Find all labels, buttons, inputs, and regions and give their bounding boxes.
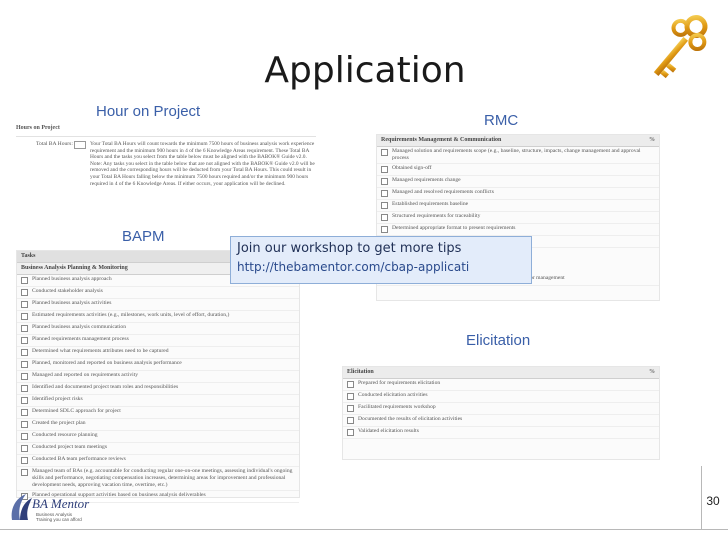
slide-title: Application [264, 50, 466, 91]
list-item: Conducted stakeholder analysis [17, 287, 299, 299]
list-item: Conducted resource planning [17, 431, 299, 443]
elicitation-panel: Elicitation % Prepared for requirements … [342, 366, 660, 460]
checkbox[interactable] [381, 202, 388, 209]
list-item: Planned requirements management process [17, 335, 299, 347]
rmc-panel-header: Requirements Management & Communication [381, 137, 502, 143]
checkbox[interactable] [21, 397, 28, 404]
checkbox[interactable] [21, 313, 28, 320]
checkbox[interactable] [21, 421, 28, 428]
workshop-callout[interactable]: Join our workshop to get more tips http:… [230, 236, 532, 284]
checkbox[interactable] [347, 381, 354, 388]
list-item: Determined what requirements attributes … [17, 347, 299, 359]
total-hours-input[interactable] [74, 141, 86, 149]
list-item: Facilitated requirements workshop [343, 403, 659, 415]
checkbox[interactable] [381, 178, 388, 185]
elicitation-pct-header: % [649, 369, 655, 375]
checkbox[interactable] [381, 166, 388, 173]
list-item: Managed and reported on requirements act… [17, 371, 299, 383]
key-icon [636, 10, 720, 91]
list-item: Conducted project team meetings [17, 443, 299, 455]
list-item: Planned business analysis activities [17, 299, 299, 311]
checkbox[interactable] [21, 301, 28, 308]
list-item: Managed team of BAs (e.g. accountable fo… [17, 467, 299, 491]
list-item: Conducted elicitation activities [343, 391, 659, 403]
checkbox[interactable] [347, 429, 354, 436]
bapm-panel: Tasks Business Analysis Planning & Monit… [16, 250, 300, 503]
footer-divider [0, 529, 728, 530]
label-elicitation: Elicitation [466, 332, 531, 349]
list-item: Identified and documented project team r… [17, 383, 299, 395]
label-hour-on-project: Hour on Project [96, 103, 201, 120]
checkbox[interactable] [381, 214, 388, 221]
checkbox[interactable] [21, 337, 28, 344]
list-item: Documented the results of elicitation ac… [343, 415, 659, 427]
list-item: Validated elicitation results [343, 427, 659, 439]
elicitation-panel-header: Elicitation [347, 369, 374, 375]
hours-field-label: Total BA Hours: [36, 141, 73, 147]
checkbox[interactable] [21, 433, 28, 440]
list-item: Established requirements baseline [377, 200, 659, 212]
list-item: Planned business analysis communication [17, 323, 299, 335]
checkbox[interactable] [347, 393, 354, 400]
logo-name: BA Mentor [32, 496, 90, 511]
list-item: Determined SDLC approach for project [17, 407, 299, 419]
list-item: Obtained sign-off [377, 164, 659, 176]
list-item: Structured requirements for traceability [377, 212, 659, 224]
checkbox[interactable] [21, 349, 28, 356]
list-item: Created the project plan [17, 419, 299, 431]
list-item: Conducted BA team performance reviews [17, 455, 299, 467]
page-number: 30 [706, 494, 720, 508]
checkbox[interactable] [21, 409, 28, 416]
list-item: Managed and resolved requirements confli… [377, 188, 659, 200]
checkbox[interactable] [21, 289, 28, 296]
checkbox[interactable] [381, 226, 388, 233]
list-item: Managed requirements change [377, 176, 659, 188]
rmc-pct-header: % [649, 137, 655, 143]
hours-panel-text: Your Total BA Hours will count towards t… [90, 141, 315, 187]
ba-mentor-logo: BA Mentor Business Analysis Training you… [6, 490, 96, 526]
list-item: Determined appropriate format to present… [377, 224, 659, 236]
checkbox[interactable] [381, 190, 388, 197]
list-item: Prepared for requirements elicitation [343, 379, 659, 391]
checkbox[interactable] [21, 373, 28, 380]
checkbox[interactable] [21, 457, 28, 464]
checkbox[interactable] [381, 149, 388, 156]
bapm-panel-header: Business Analysis Planning & Monitoring [21, 265, 128, 271]
checkbox[interactable] [21, 385, 28, 392]
hours-panel: Hours on Project Total BA Hours: Your To… [16, 123, 316, 223]
list-item: Estimated requirements activities (e.g.,… [17, 311, 299, 323]
checkbox[interactable] [21, 361, 28, 368]
checkbox[interactable] [347, 417, 354, 424]
checkbox[interactable] [21, 469, 28, 476]
callout-link[interactable]: http://thebamentor.com/cbap-applicati [237, 258, 525, 276]
list-item: Identified project risks [17, 395, 299, 407]
list-item: Planned, monitored and reported on busin… [17, 359, 299, 371]
checkbox[interactable] [347, 405, 354, 412]
hours-panel-header: Hours on Project [16, 123, 316, 137]
logo-tagline-2: Training you can afford [36, 517, 82, 522]
checkbox[interactable] [21, 325, 28, 332]
list-item: Managed solution and requirements scope … [377, 147, 659, 164]
checkbox[interactable] [21, 445, 28, 452]
checkbox[interactable] [21, 277, 28, 284]
callout-text: Join our workshop to get more tips [237, 241, 462, 256]
label-rmc: RMC [484, 112, 519, 129]
label-bapm: BAPM [122, 228, 165, 245]
